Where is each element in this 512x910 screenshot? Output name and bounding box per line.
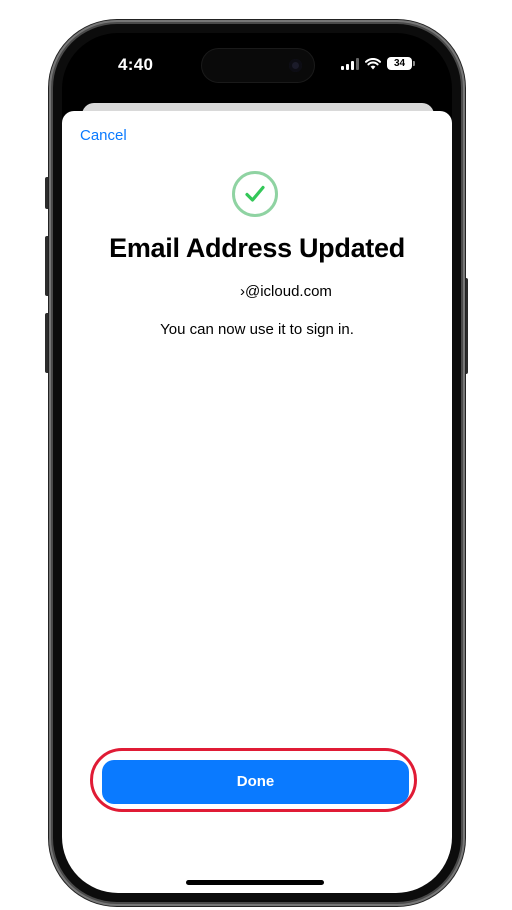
status-time: 4:40 [118,55,154,74]
phone-frame: 4:40 34 Cancel Email Address Updated ›@i… [49,20,465,906]
camera-icon [289,59,302,72]
done-button[interactable]: Done [102,760,409,804]
checkmark-circle-icon [232,171,278,217]
confirmation-message: You can now use it to sign in. [160,321,354,338]
cellular-signal-icon [341,57,359,70]
email-address: ›@icloud.com [240,283,332,300]
home-indicator[interactable] [186,880,324,885]
dynamic-island [202,49,314,82]
phone-bezel: 4:40 34 Cancel Email Address Updated ›@i… [53,24,461,902]
status-bar: 4:40 34 [62,33,452,93]
phone-mockup: 4:40 34 Cancel Email Address Updated ›@i… [0,0,512,910]
confirmation-sheet: Cancel Email Address Updated ›@icloud.co… [62,111,452,893]
wifi-icon [365,57,381,69]
screen: 4:40 34 Cancel Email Address Updated ›@i… [62,33,452,893]
page-title: Email Address Updated [109,233,405,263]
battery-icon: 34 [387,57,415,70]
cancel-button[interactable]: Cancel [80,127,127,144]
status-icons: 34 [341,57,415,70]
